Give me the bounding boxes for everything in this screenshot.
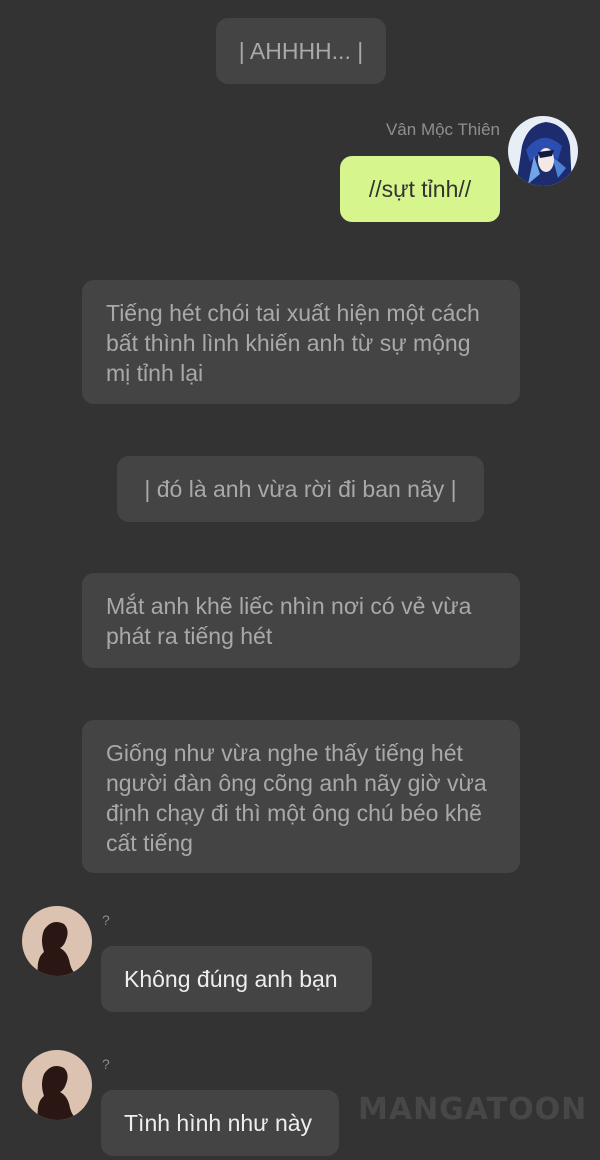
sender-name: Vân Mộc Thiên [386, 120, 500, 140]
outgoing-message-bubble: //sựt tỉnh// [340, 156, 500, 222]
incoming-message-bubble: Tình hình như này [101, 1090, 339, 1156]
narration-message: Tiếng hét chói tai xuất hiện một cách bấ… [82, 280, 520, 404]
silhouette-avatar-icon [22, 1050, 92, 1120]
unknown-sender-avatar[interactable] [22, 1050, 92, 1120]
user-avatar[interactable] [508, 116, 578, 186]
narration-message: | đó là anh vừa rời đi ban nãy | [117, 456, 484, 522]
mangatoon-watermark: MANGATOON [358, 1092, 587, 1127]
narration-message: Giống như vừa nghe thấy tiếng hét người … [82, 720, 520, 873]
narration-message: Mắt anh khẽ liếc nhìn nơi có vẻ vừa phát… [82, 573, 520, 668]
narration-message: | AHHHH... | [216, 18, 386, 84]
silhouette-avatar-icon [22, 906, 92, 976]
unknown-sender-avatar[interactable] [22, 906, 92, 976]
unknown-sender-name: ? [102, 912, 110, 928]
incoming-message-bubble: Không đúng anh bạn [101, 946, 372, 1012]
unknown-sender-name: ? [102, 1056, 110, 1072]
anime-avatar-icon [508, 116, 578, 186]
